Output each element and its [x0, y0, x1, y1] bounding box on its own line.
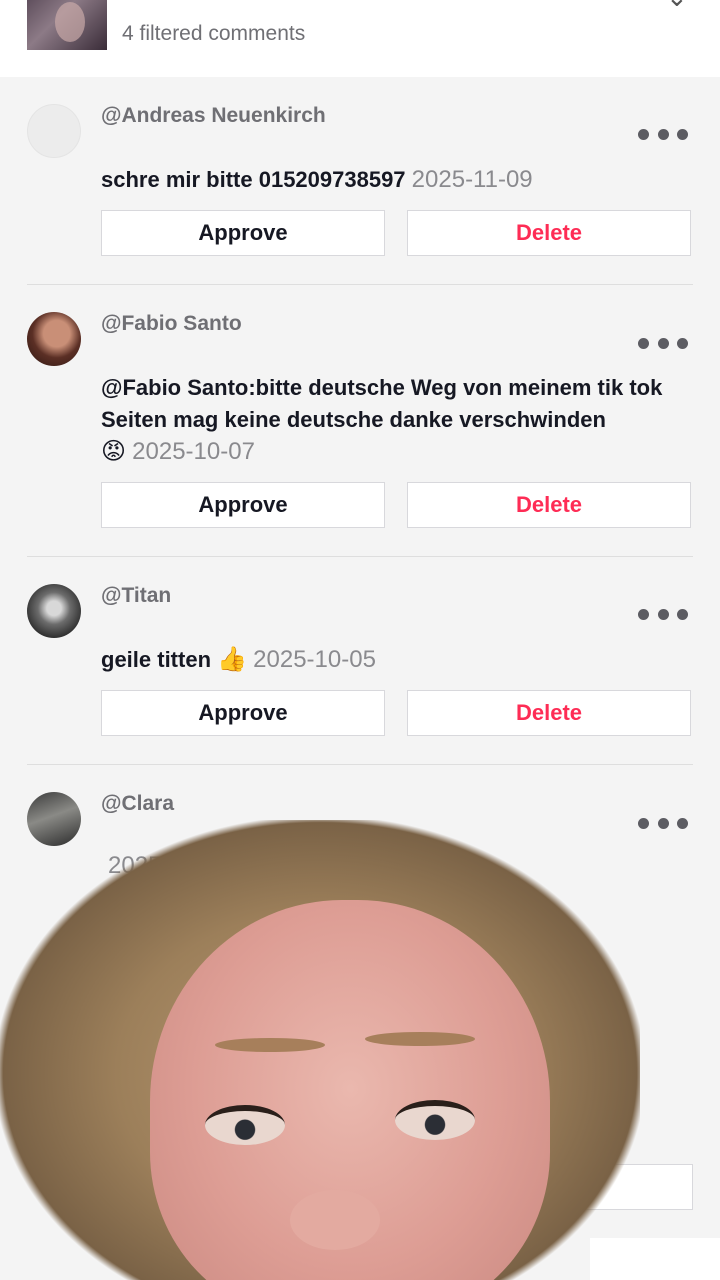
more-options-icon[interactable]	[638, 337, 688, 349]
comment-date: 2025-11-09	[411, 166, 533, 193]
header-bar: 4 filtered comments ⌄	[0, 0, 720, 77]
video-thumbnail[interactable]	[27, 0, 107, 50]
comment-text: @Fabio Santo:bitte deutsche Weg von mein…	[101, 372, 696, 468]
background-corner	[590, 1238, 720, 1280]
divider	[27, 556, 693, 557]
comment-username[interactable]: @Andreas Neuenkirch	[101, 104, 326, 128]
eyebrow	[365, 1032, 475, 1046]
delete-button[interactable]: Delete	[407, 210, 691, 256]
approve-button[interactable]: Approve	[101, 482, 385, 528]
more-options-icon[interactable]	[638, 128, 688, 140]
comment-date: 2025-10-05	[253, 646, 376, 673]
comment-body: geile titten	[101, 647, 212, 672]
comment-body: @Fabio Santo:bitte deutsche Weg von mein…	[101, 375, 663, 432]
eye	[205, 1105, 285, 1145]
comment-username[interactable]: @Fabio Santo	[101, 312, 242, 336]
divider	[27, 284, 693, 285]
approve-button[interactable]: Approve	[101, 690, 385, 736]
angry-emoji-icon: 😡	[101, 438, 127, 465]
thumbs-up-emoji-icon: 👍	[217, 646, 248, 673]
creator-face-overlay	[0, 820, 720, 1280]
eyebrow	[215, 1038, 325, 1052]
avatar[interactable]	[27, 312, 81, 366]
comment-date: 2025-10-07	[132, 438, 255, 465]
delete-button[interactable]: Delete	[407, 482, 691, 528]
avatar[interactable]	[27, 584, 81, 638]
close-icon[interactable]: ⌄	[666, 0, 692, 10]
comment-username[interactable]: @Clara	[101, 792, 174, 816]
more-options-icon[interactable]	[638, 608, 688, 620]
divider	[27, 764, 693, 765]
comment-text: schre mir bitte 015209738597 2025-11-09	[101, 164, 696, 196]
approve-button[interactable]: Approve	[101, 210, 385, 256]
comment-body: schre mir bitte 015209738597	[101, 167, 406, 192]
nose	[290, 1190, 380, 1250]
delete-button[interactable]: Delete	[407, 690, 691, 736]
comment-username[interactable]: @Titan	[101, 584, 171, 608]
filtered-comments-count: 4 filtered comments	[122, 22, 306, 45]
comment-text: geile titten 👍 2025-10-05	[101, 644, 696, 676]
avatar[interactable]	[27, 104, 81, 158]
eye	[395, 1100, 475, 1140]
